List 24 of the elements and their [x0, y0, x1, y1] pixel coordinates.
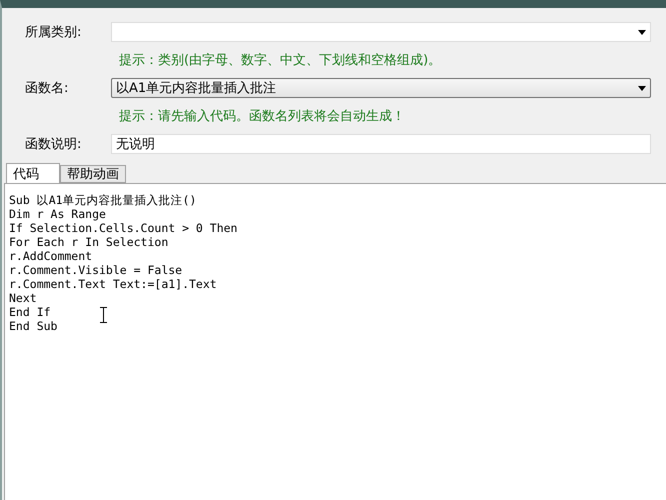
text-cursor-icon [100, 307, 107, 323]
code-line: r.AddComment [9, 249, 92, 263]
code-line: For Each r In Selection [9, 235, 168, 249]
text-field[interactable]: 无说明 [111, 134, 651, 154]
dropdown-field[interactable] [111, 22, 651, 42]
dropdown-field[interactable]: 以A1单元内容批量插入批注 [111, 78, 651, 98]
field-label: 函数名: [25, 80, 70, 97]
field-label: 所属类别: [25, 24, 82, 41]
code-line: End Sub [9, 319, 58, 333]
code-line: Next [9, 291, 37, 305]
code-line: End If [9, 305, 51, 319]
hint-text: 提示：请先输入代码。函数名列表将会自动生成！ [119, 108, 405, 125]
caret-icon [638, 86, 646, 90]
code-line: r.Comment.Text Text:=[a1].Text [9, 277, 217, 291]
tab[interactable]: 帮助动画 [60, 165, 126, 183]
caret-icon [638, 30, 646, 34]
code-line: Sub 以A1单元内容批量插入批注() [9, 193, 196, 207]
code-line: Dim r As Range [9, 207, 106, 221]
code-line: If Selection.Cells.Count > 0 Then [9, 221, 238, 235]
tab[interactable]: 代码 [6, 163, 60, 183]
field-label: 函数说明: [25, 136, 82, 153]
code-line: r.Comment.Visible = False [9, 263, 182, 277]
code-editor[interactable]: Sub 以A1单元内容批量插入批注() Dim r As Range If Selection.Cells.Count > 0 Then For Each r In Selection r.AddComment r.Comment.Visible = False r.Comment.Text Text:=[a1].Text Next End If End Sub [4, 183, 666, 500]
hint-text: 提示：类别(由字母、数字、中文、下划线和空格组成)。 [119, 52, 442, 69]
